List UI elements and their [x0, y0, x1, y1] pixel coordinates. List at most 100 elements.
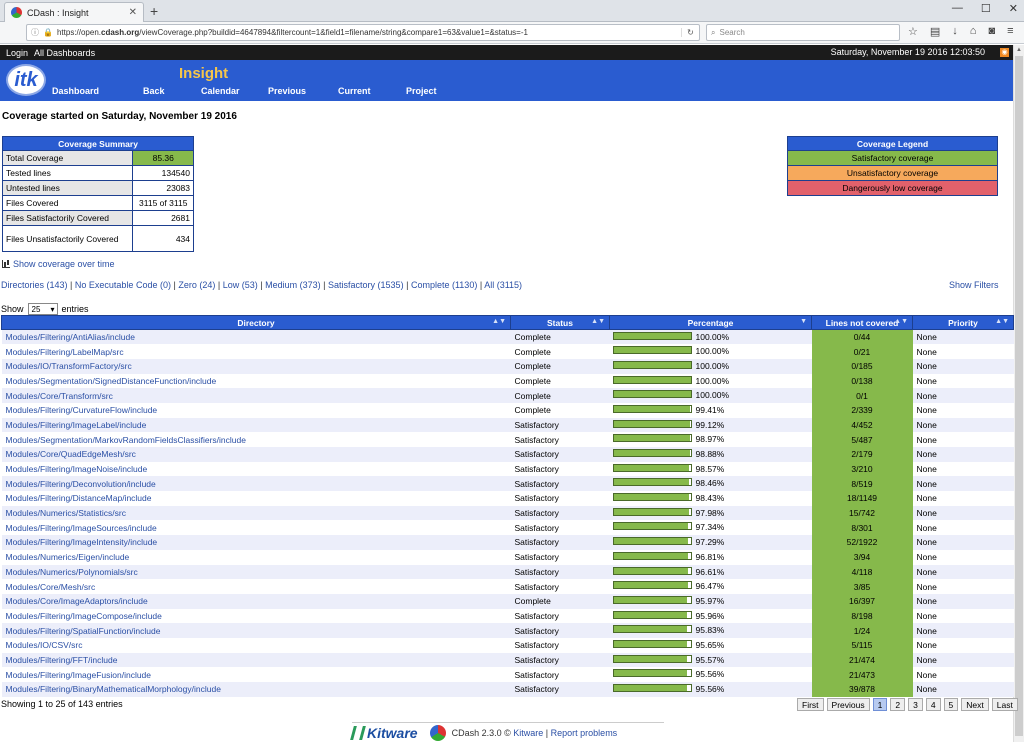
- directory-link[interactable]: Modules/Core/ImageAdaptors/include: [1, 593, 511, 609]
- pager-page-3[interactable]: 3: [908, 698, 923, 711]
- directory-link[interactable]: Modules/Filtering/ImageLabel/include: [1, 417, 511, 433]
- filter-directories[interactable]: Directories (143): [1, 280, 68, 290]
- pager-page-4[interactable]: 4: [925, 698, 941, 711]
- directory-link[interactable]: Modules/Filtering/AntiAlias/include: [1, 329, 511, 345]
- directory-link[interactable]: Modules/Filtering/CurvatureFlow/include: [1, 402, 511, 418]
- entries-select[interactable]: 25: [27, 303, 58, 315]
- browser-tab[interactable]: CDash : Insight ✕: [4, 2, 144, 22]
- scroll-up-icon[interactable]: ▲: [1016, 47, 1022, 53]
- directory-link[interactable]: Modules/Segmentation/MarkovRandomFieldsC…: [1, 432, 511, 447]
- filter-all[interactable]: All (3115): [484, 280, 522, 290]
- reload-icon[interactable]: ↻: [681, 28, 699, 37]
- directory-link[interactable]: Modules/Filtering/Deconvolution/include: [1, 476, 511, 492]
- directory-link[interactable]: Modules/IO/TransformFactory/src: [1, 358, 511, 374]
- table-row: Modules/IO/TransformFactory/src Complete 1…: [1, 358, 1014, 374]
- new-tab-icon[interactable]: +: [150, 3, 158, 19]
- minimize-icon[interactable]: —: [952, 2, 963, 15]
- show-filters-link[interactable]: Show Filters: [949, 280, 999, 290]
- col-priority[interactable]: Priority ▲▼: [912, 315, 1014, 330]
- lines-not-covered-cell: 0/21: [811, 344, 913, 359]
- directory-link[interactable]: Modules/Filtering/ImageCompose/include: [1, 608, 511, 624]
- status-cell: Satisfactory: [510, 623, 610, 638]
- filter-satisfactory[interactable]: Satisfactory (1535): [328, 280, 404, 290]
- maximize-icon[interactable]: ☐: [981, 2, 991, 15]
- vertical-scrollbar[interactable]: ▲: [1013, 45, 1024, 742]
- directory-link[interactable]: Modules/Filtering/ImageNoise/include: [1, 461, 511, 477]
- login-link[interactable]: Login: [6, 48, 28, 58]
- directory-link[interactable]: Modules/Filtering/LabelMap/src: [1, 344, 511, 359]
- col-percentage[interactable]: Percentage ▼: [609, 315, 812, 330]
- directory-link[interactable]: Modules/Filtering/ImageFusion/include: [1, 667, 511, 682]
- directory-link[interactable]: Modules/Numerics/Polynomials/src: [1, 564, 511, 580]
- pager-page-5[interactable]: 5: [943, 698, 959, 711]
- percentage-bar: [612, 566, 692, 575]
- col-lines-not-covered[interactable]: Lines not covered ▲▼: [811, 315, 913, 330]
- kitware-link[interactable]: Kitware: [513, 728, 543, 738]
- col-status[interactable]: Status ▲▼: [510, 315, 610, 330]
- percentage-cell: 98.57%: [609, 461, 812, 477]
- menu-project[interactable]: Project: [406, 86, 466, 96]
- directory-link[interactable]: Modules/Filtering/DistanceMap/include: [1, 491, 511, 506]
- directory-link[interactable]: Modules/IO/CSV/src: [1, 637, 511, 653]
- download-icon[interactable]: ↓: [952, 25, 958, 38]
- bookmark-star-icon[interactable]: ☆: [908, 25, 918, 38]
- status-cell: Satisfactory: [510, 637, 610, 653]
- percentage-bar: [612, 625, 692, 634]
- directory-link[interactable]: Modules/Numerics/Eigen/include: [1, 549, 511, 565]
- pager-previous[interactable]: Previous: [826, 698, 870, 711]
- directory-link[interactable]: Modules/Core/Mesh/src: [1, 579, 511, 594]
- percentage-bar: [612, 684, 692, 692]
- table-row: Modules/Numerics/Statistics/src Satisfact…: [1, 505, 1014, 521]
- kitware-logo[interactable]: Kitware: [350, 725, 418, 741]
- directory-link[interactable]: Modules/Core/QuadEdgeMesh/src: [1, 447, 511, 462]
- scrollbar-thumb[interactable]: [1015, 56, 1023, 736]
- show-coverage-over-time-link[interactable]: Show coverage over time: [2, 259, 115, 269]
- menu-dashboard[interactable]: Dashboard: [52, 86, 143, 96]
- status-cell: Satisfactory: [510, 652, 610, 668]
- home-icon[interactable]: ⌂: [970, 25, 977, 38]
- report-problems-link[interactable]: Report problems: [551, 728, 618, 738]
- directory-link[interactable]: Modules/Numerics/Statistics/src: [1, 505, 511, 521]
- lines-not-covered-cell: 0/44: [811, 329, 913, 345]
- directory-link[interactable]: Modules/Core/Transform/src: [1, 388, 511, 403]
- filter-complete[interactable]: Complete (1130): [411, 280, 477, 290]
- directory-link[interactable]: Modules/Filtering/ImageSources/include: [1, 520, 511, 536]
- rss-icon[interactable]: ◉: [1000, 48, 1009, 57]
- menu-calendar[interactable]: Calendar: [201, 86, 268, 96]
- menu-previous[interactable]: Previous: [268, 86, 338, 96]
- entries-selector: Show 25 entries: [1, 303, 89, 315]
- project-logo[interactable]: itk: [6, 64, 46, 96]
- table-row: Modules/Filtering/LabelMap/src Complete 10…: [1, 344, 1014, 359]
- info-icon[interactable]: ⓘ: [31, 27, 39, 38]
- directory-link[interactable]: Modules/Segmentation/SignedDistanceFunct…: [1, 373, 511, 389]
- percentage-value: 100.00%: [695, 332, 730, 342]
- reading-list-icon[interactable]: ▤: [930, 25, 940, 38]
- close-window-icon[interactable]: ✕: [1009, 2, 1018, 15]
- menu-current[interactable]: Current: [338, 86, 406, 96]
- menu-back[interactable]: Back: [143, 86, 201, 96]
- showing-entries-info: Showing 1 to 25 of 143 entries: [1, 699, 123, 709]
- col-directory[interactable]: Directory ▲▼: [1, 315, 511, 330]
- close-tab-icon[interactable]: ✕: [129, 7, 137, 18]
- menu-icon[interactable]: ≡: [1007, 25, 1013, 38]
- url-bar[interactable]: ⓘ 🔒 https://open.cdash.org/viewCoverage.…: [26, 24, 700, 41]
- percentage-cell: 96.47%: [609, 579, 812, 594]
- all-dashboards-link[interactable]: All Dashboards: [34, 48, 95, 58]
- pager-last[interactable]: Last: [991, 698, 1018, 711]
- page-title: Coverage started on Saturday, November 1…: [2, 111, 237, 122]
- directory-link[interactable]: Modules/Filtering/BinaryMathematicalMorp…: [1, 682, 511, 697]
- filter-no-executable[interactable]: No Executable Code (0): [75, 280, 171, 290]
- pager-page-2[interactable]: 2: [890, 698, 906, 711]
- directory-link[interactable]: Modules/Filtering/ImageIntensity/include: [1, 535, 511, 550]
- pager-first[interactable]: First: [797, 698, 824, 711]
- filter-low[interactable]: Low (53): [223, 280, 258, 290]
- filter-zero[interactable]: Zero (24): [178, 280, 215, 290]
- pager-next[interactable]: Next: [961, 698, 989, 711]
- pocket-icon[interactable]: ◙: [988, 25, 995, 38]
- pager-page-1[interactable]: 1: [872, 698, 888, 711]
- search-input[interactable]: ⌕ Search: [706, 24, 900, 41]
- directory-link[interactable]: Modules/Filtering/SpatialFunction/includ…: [1, 623, 511, 638]
- percentage-value: 98.46%: [695, 478, 725, 489]
- filter-medium[interactable]: Medium (373): [265, 280, 321, 290]
- directory-link[interactable]: Modules/Filtering/FFT/include: [1, 652, 511, 668]
